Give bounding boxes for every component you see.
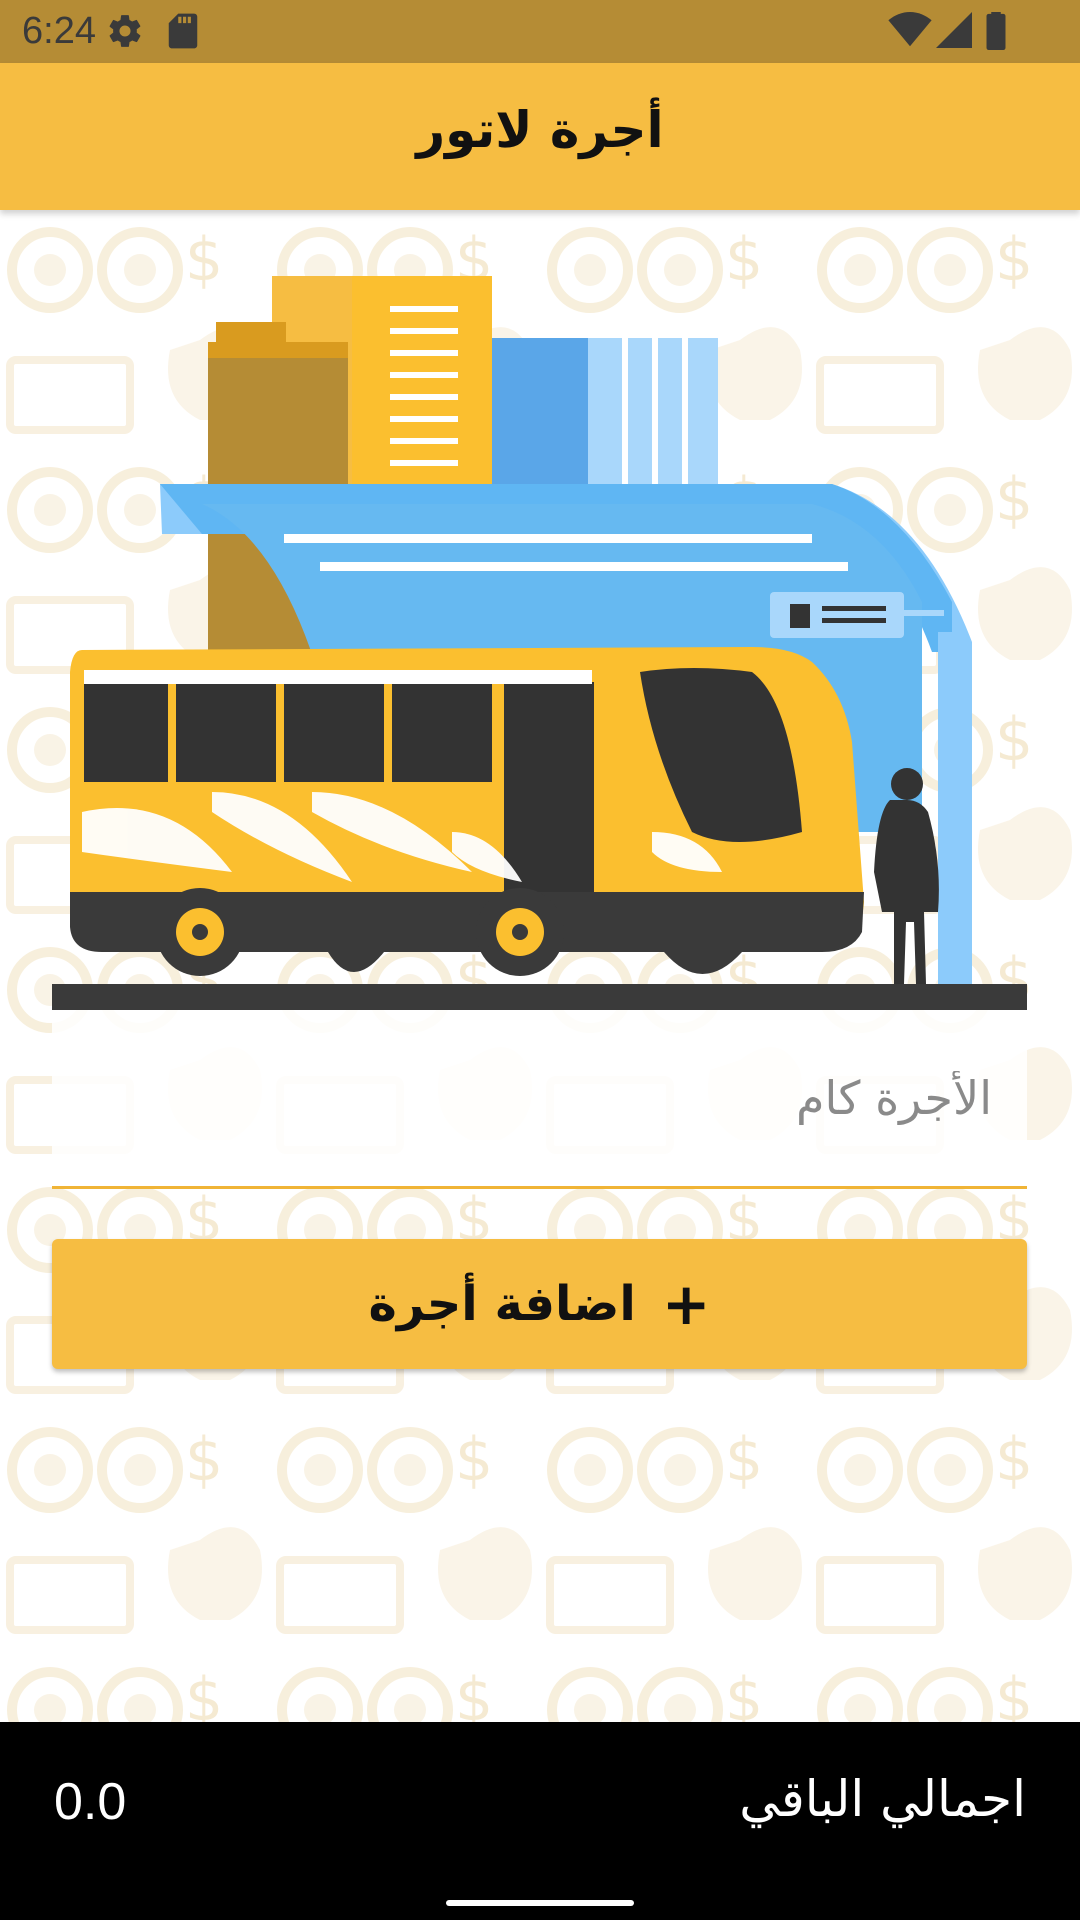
total-remaining-value: 0.0 — [54, 1773, 127, 1831]
signal-icon — [936, 12, 972, 48]
gear-icon — [109, 15, 141, 47]
battery-icon — [986, 12, 1006, 50]
app-bar: أجرة لاتور — [0, 63, 1080, 210]
total-remaining-label: اجمالي الباقي — [739, 1770, 1026, 1828]
fare-field[interactable] — [52, 1010, 1027, 1189]
status-time: 6:24 — [22, 10, 96, 52]
bottom-total-bar: اجمالي الباقي 0.0 — [0, 1722, 1080, 1920]
home-indicator[interactable] — [446, 1900, 634, 1906]
page-title: أجرة لاتور — [416, 101, 664, 159]
wifi-icon — [888, 12, 932, 47]
bus-stop-illustration — [52, 276, 1027, 1010]
plus-icon: + — [661, 1270, 711, 1338]
status-bar: 6:24 — [0, 0, 1080, 63]
main-content: $ — [0, 210, 1080, 1722]
add-fare-button-label: اضافة أجرة — [368, 1276, 636, 1332]
sd-card-icon — [168, 13, 198, 49]
add-fare-button[interactable]: + اضافة أجرة — [52, 1239, 1027, 1369]
fare-input[interactable] — [52, 1010, 1010, 1186]
